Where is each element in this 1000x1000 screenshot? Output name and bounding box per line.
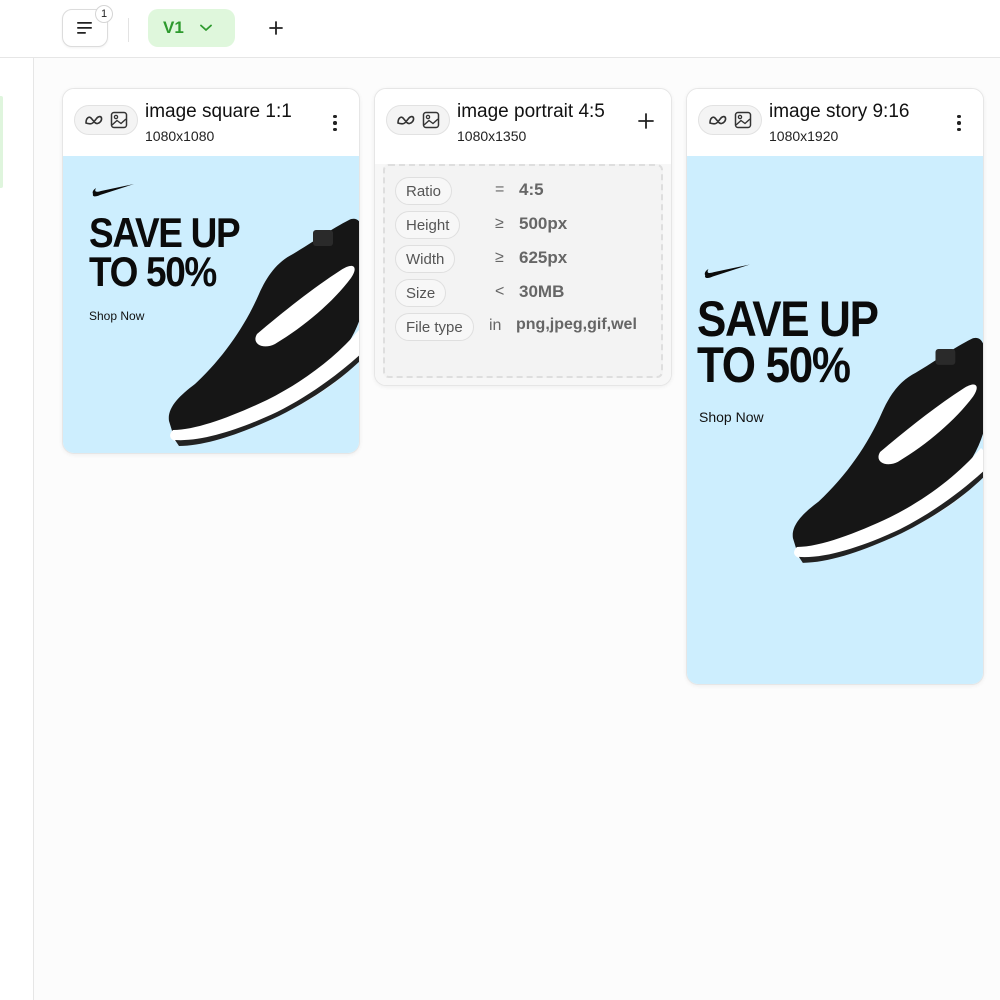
spec-label: Size <box>395 279 447 307</box>
card-dimensions: 1080x1080 <box>145 128 215 144</box>
image-icon <box>422 111 440 129</box>
nike-swoosh-logo <box>704 264 750 278</box>
spec-value: 4:5 <box>519 180 544 199</box>
plus-icon <box>269 21 283 35</box>
upload-area: Ratio = 4:5 Height ≥ 500px Width ≥ 625px… <box>375 164 671 385</box>
card-dimensions: 1080x1350 <box>457 128 527 144</box>
add-version-button[interactable] <box>262 14 290 42</box>
left-rail <box>0 58 34 1000</box>
version-label: V1 <box>163 18 184 37</box>
spec-operator: < <box>495 283 505 300</box>
spec-row-ratio: Ratio <box>395 176 453 206</box>
placement-card-square[interactable]: image square 1:1 1080x1080 SAVE UP TO 50… <box>62 88 360 454</box>
card-header: image portrait 4:5 1080x1350 <box>375 89 671 156</box>
spec-label: Ratio <box>395 177 453 205</box>
card-title: image portrait 4:5 <box>457 101 605 122</box>
more-options-button[interactable] <box>949 113 969 133</box>
ad-preview-image: SAVE UP TO 50% Shop Now <box>63 156 359 453</box>
image-icon <box>734 111 752 129</box>
card-header: image square 1:1 1080x1080 <box>63 89 359 156</box>
meta-logo-icon <box>397 115 415 125</box>
spec-label: File type <box>395 313 474 341</box>
placement-card-portrait[interactable]: image portrait 4:5 1080x1350 Ratio = 4:5… <box>374 88 672 386</box>
sneaker-image <box>792 337 983 563</box>
toolbar: 1 V1 <box>0 0 1000 58</box>
menu-count-badge: 1 <box>95 5 113 23</box>
sneaker-image <box>168 218 359 446</box>
spec-value: 625px <box>519 248 568 267</box>
spec-value: png,jpeg,gif,wel <box>516 316 637 333</box>
more-options-button[interactable] <box>325 113 345 133</box>
placement-badge <box>386 105 450 135</box>
spec-operator: = <box>495 181 505 198</box>
card-title: image square 1:1 <box>145 101 292 122</box>
nike-swoosh-logo <box>92 184 134 197</box>
spec-value: 30MB <box>519 282 565 301</box>
meta-logo-icon <box>709 115 727 125</box>
ad-cta-text: Shop Now <box>699 409 764 425</box>
asset-requirements-dropzone[interactable]: Ratio = 4:5 Height ≥ 500px Width ≥ 625px… <box>383 164 663 378</box>
toolbar-divider <box>128 18 129 42</box>
add-asset-button[interactable] <box>635 110 657 132</box>
spec-operator: in <box>489 317 502 334</box>
ad-cta-text: Shop Now <box>89 309 145 323</box>
placement-badge <box>74 105 138 135</box>
card-dimensions: 1080x1920 <box>769 128 839 144</box>
image-icon <box>110 111 128 129</box>
card-header: image story 9:16 1080x1920 <box>687 89 983 156</box>
spec-row-size: Size <box>395 278 447 308</box>
ad-preview-image: SAVE UP TO 50% Shop Now <box>687 156 983 684</box>
spec-operator: ≥ <box>495 215 504 232</box>
placement-badge <box>698 105 762 135</box>
spec-row-file-type: File type <box>395 312 474 342</box>
meta-logo-icon <box>85 115 103 125</box>
version-dropdown[interactable]: V1 <box>148 9 235 47</box>
spec-label: Height <box>395 211 461 239</box>
chevron-down-icon <box>199 24 212 31</box>
placement-card-story[interactable]: image story 9:16 1080x1920 SAVE UP TO 50… <box>686 88 984 685</box>
spec-row-width: Width <box>395 244 456 274</box>
card-title: image story 9:16 <box>769 101 910 122</box>
left-rail-active-indicator <box>0 96 3 188</box>
menu-lines-icon <box>77 22 92 34</box>
spec-value: 500px <box>519 214 568 233</box>
spec-row-height: Height <box>395 210 461 240</box>
spec-label: Width <box>395 245 456 273</box>
spec-operator: ≥ <box>495 249 504 266</box>
